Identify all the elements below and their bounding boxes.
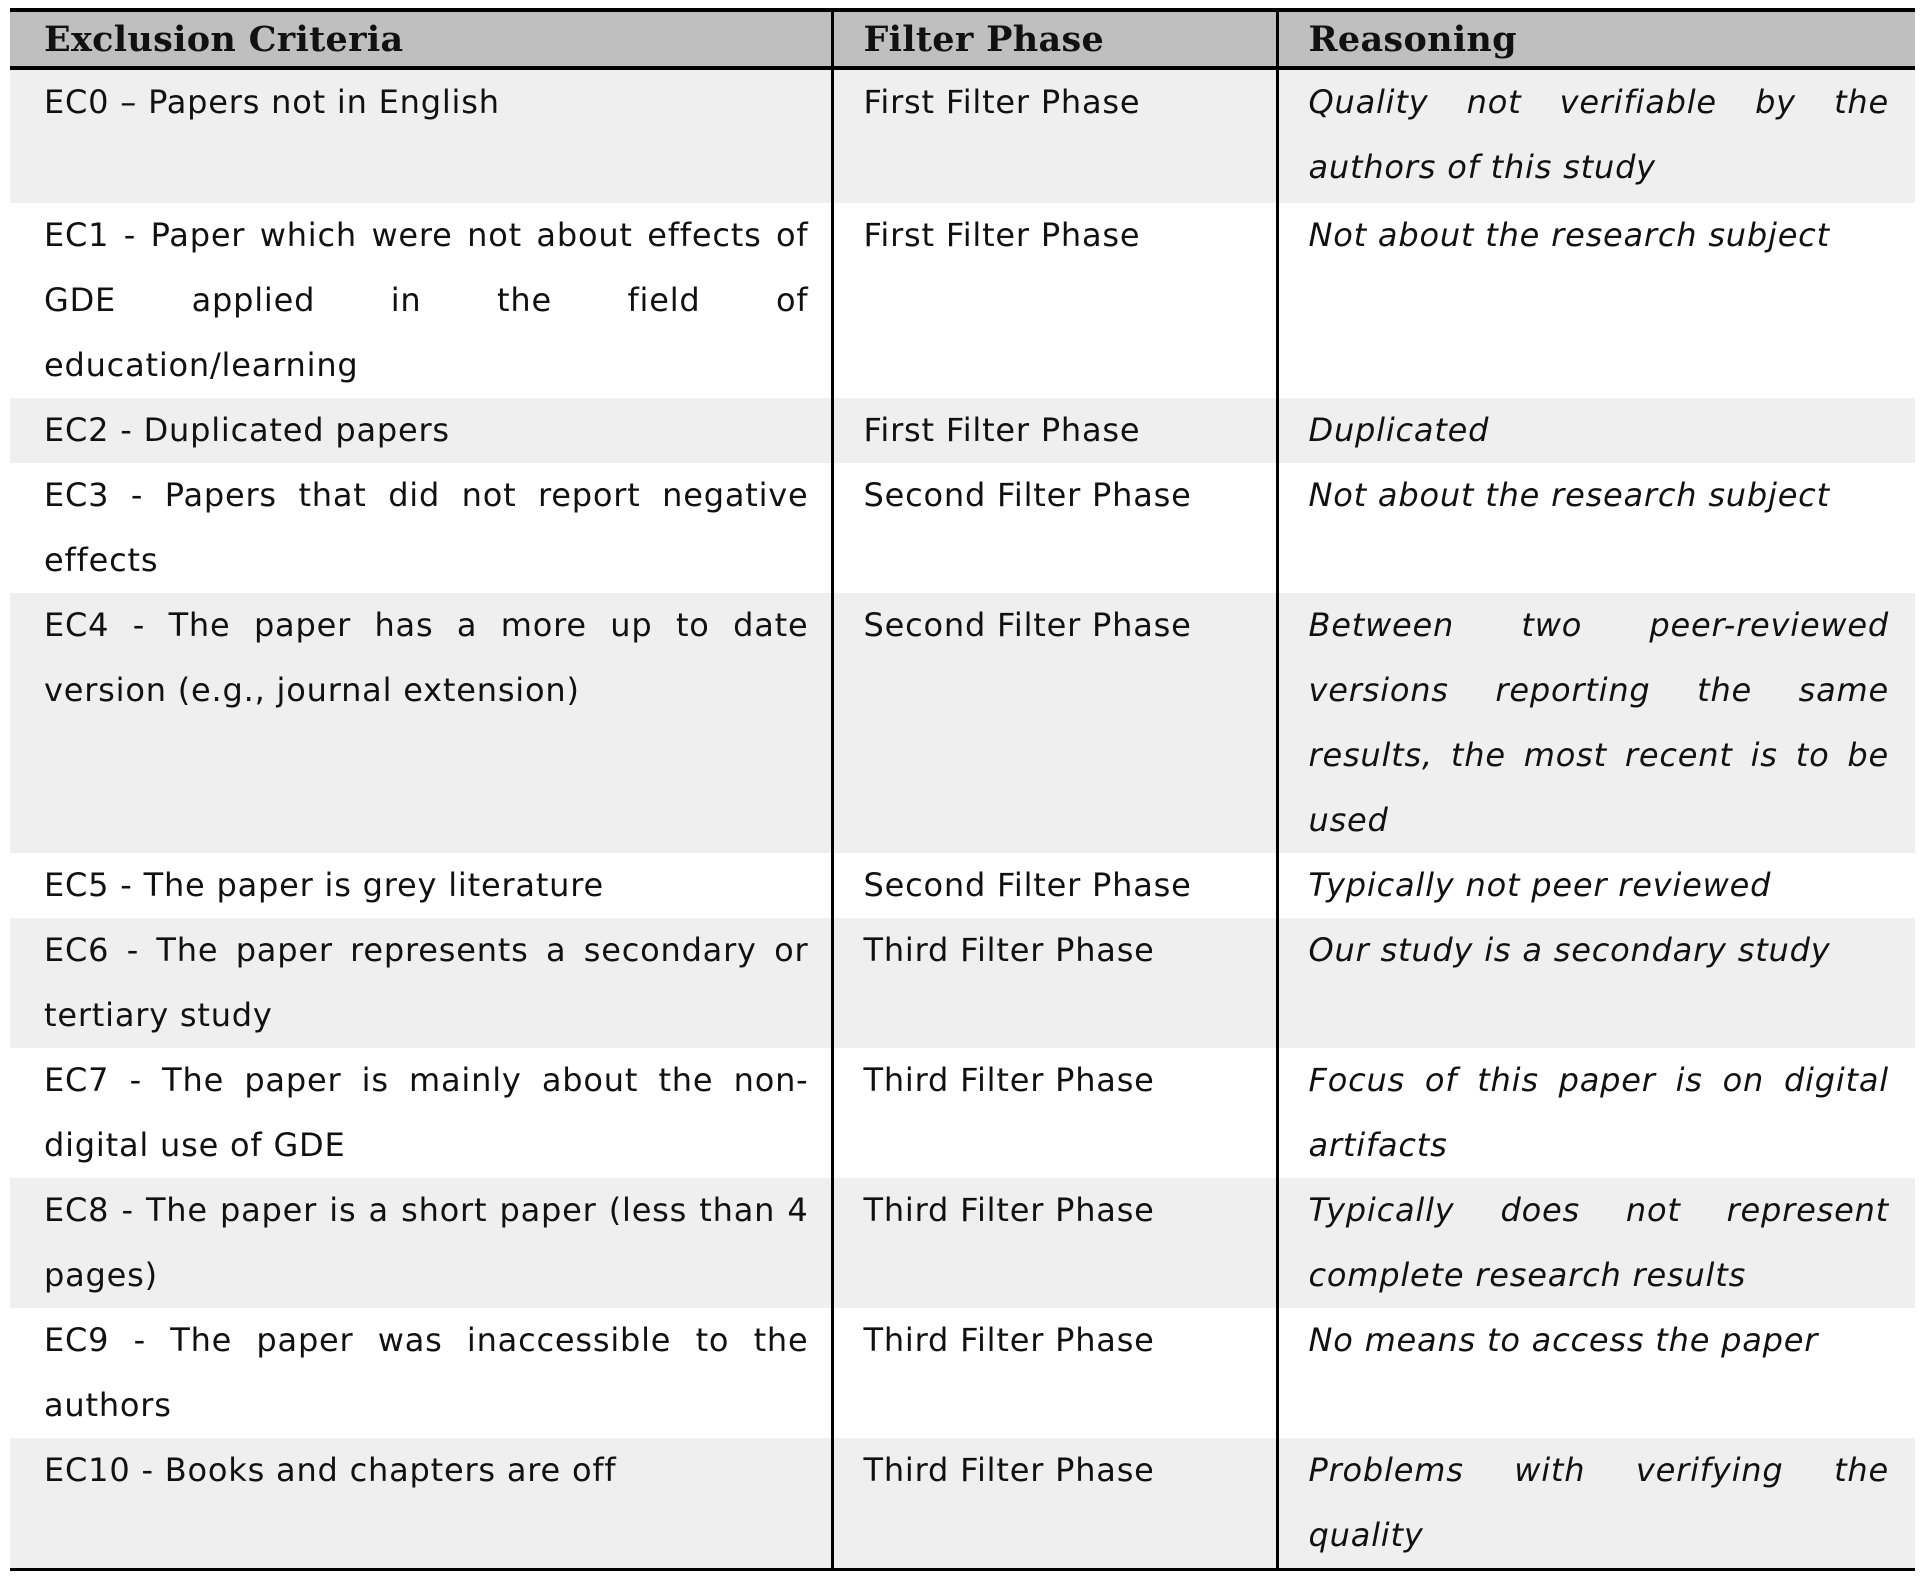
criteria-cell: EC0 – Papers not in English: [10, 68, 832, 203]
reasoning-cell: No means to access the paper: [1275, 1308, 1915, 1438]
phase-cell: Third Filter Phase: [830, 1438, 1277, 1571]
reasoning-cell: Between two peer-reviewed versions repor…: [1275, 593, 1915, 853]
table-row: EC7 - The paper is mainly about the non-…: [10, 1048, 1915, 1178]
criteria-cell: EC2 - Duplicated papers: [10, 398, 832, 463]
phase-cell: Second Filter Phase: [830, 463, 1277, 593]
table-body: EC0 – Papers not in English First Filter…: [10, 68, 1915, 1571]
table-row: EC4 - The paper has a more up to date ve…: [10, 593, 1915, 853]
table-header: Exclusion Criteria Filter Phase Reasonin…: [10, 8, 1915, 70]
reasoning-cell: Problems with verifying the quality: [1275, 1438, 1915, 1571]
exclusion-criteria-table: Exclusion Criteria Filter Phase Reasonin…: [10, 8, 1915, 1571]
table-row: EC5 - The paper is grey literature Secon…: [10, 853, 1915, 918]
reasoning-cell: Quality not verifiable by the authors of…: [1275, 68, 1915, 203]
phase-cell: Third Filter Phase: [830, 918, 1277, 1048]
reasoning-cell: Not about the research subject: [1275, 463, 1915, 593]
phase-cell: First Filter Phase: [830, 68, 1277, 203]
criteria-cell: EC5 - The paper is grey literature: [10, 853, 832, 918]
criteria-cell: EC4 - The paper has a more up to date ve…: [10, 593, 832, 853]
table-row: EC3 - Papers that did not report negativ…: [10, 463, 1915, 593]
phase-cell: Second Filter Phase: [830, 853, 1277, 918]
table-row: EC6 - The paper represents a secondary o…: [10, 918, 1915, 1048]
table-row: EC10 - Books and chapters are off Third …: [10, 1438, 1915, 1571]
reasoning-cell: Typically does not represent complete re…: [1275, 1178, 1915, 1308]
phase-cell: Second Filter Phase: [830, 593, 1277, 853]
criteria-cell: EC6 - The paper represents a secondary o…: [10, 918, 832, 1048]
reasoning-cell: Focus of this paper is on digital artifa…: [1275, 1048, 1915, 1178]
reasoning-cell: Our study is a secondary study: [1275, 918, 1915, 1048]
header-filter-phase: Filter Phase: [830, 8, 1277, 70]
header-row: Exclusion Criteria Filter Phase Reasonin…: [10, 8, 1915, 70]
table-row: EC8 - The paper is a short paper (less t…: [10, 1178, 1915, 1308]
table-row: EC2 - Duplicated papers First Filter Pha…: [10, 398, 1915, 463]
criteria-cell: EC9 - The paper was inaccessible to the …: [10, 1308, 832, 1438]
header-exclusion-criteria: Exclusion Criteria: [10, 8, 832, 70]
phase-cell: First Filter Phase: [830, 203, 1277, 398]
reasoning-cell: Duplicated: [1275, 398, 1915, 463]
phase-cell: Third Filter Phase: [830, 1178, 1277, 1308]
phase-cell: Third Filter Phase: [830, 1308, 1277, 1438]
criteria-cell: EC1 - Paper which were not about effects…: [10, 203, 832, 398]
table-row: EC9 - The paper was inaccessible to the …: [10, 1308, 1915, 1438]
header-reasoning: Reasoning: [1275, 8, 1915, 70]
phase-cell: First Filter Phase: [830, 398, 1277, 463]
reasoning-cell: Not about the research subject: [1275, 203, 1915, 398]
criteria-cell: EC8 - The paper is a short paper (less t…: [10, 1178, 832, 1308]
table-row: EC1 - Paper which were not about effects…: [10, 203, 1915, 398]
table-row: EC0 – Papers not in English First Filter…: [10, 68, 1915, 203]
criteria-cell: EC7 - The paper is mainly about the non-…: [10, 1048, 832, 1178]
phase-cell: Third Filter Phase: [830, 1048, 1277, 1178]
reasoning-cell: Typically not peer reviewed: [1275, 853, 1915, 918]
criteria-cell: EC3 - Papers that did not report negativ…: [10, 463, 832, 593]
criteria-cell: EC10 - Books and chapters are off: [10, 1438, 832, 1571]
